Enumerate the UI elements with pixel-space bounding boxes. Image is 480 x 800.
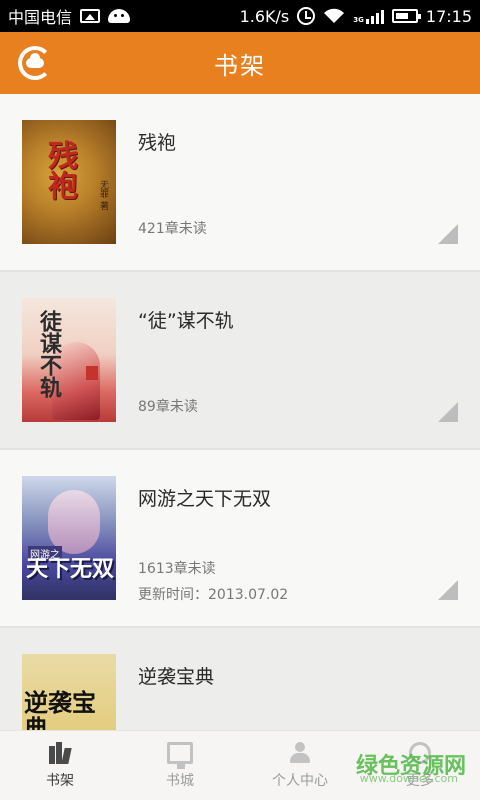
nav-item-bookshelf[interactable]: 书架: [0, 731, 120, 800]
book-cover[interactable]: 逆袭宝典: [22, 654, 116, 730]
cover-title: 逆袭宝典: [24, 688, 96, 731]
clock: 17:15: [425, 6, 472, 26]
watermark-url: www.downcc.com: [359, 772, 458, 785]
nav-label: 书城: [166, 772, 194, 789]
book-cover[interactable]: 网游之 天下无双: [22, 476, 116, 600]
nav-item-bookstore[interactable]: 书城: [120, 731, 240, 800]
cloud-icon: [26, 53, 44, 68]
cover-title: 残袍: [42, 140, 77, 200]
corner-menu-icon[interactable]: [438, 580, 458, 600]
cover-author: 无罪 著: [98, 180, 108, 210]
android-notification-icon: [108, 9, 131, 23]
alarm-icon: [297, 7, 316, 25]
signal-icon: 3G: [353, 8, 384, 24]
book-item[interactable]: 残袍 无罪 著 残袍 421章未读: [0, 94, 480, 272]
book-title: “徒”谋不轨: [138, 310, 234, 332]
status-right: 1.6K/s 3G 17:15: [240, 7, 472, 26]
app-header: 书架: [0, 32, 480, 94]
cloud-sync-button[interactable]: [16, 44, 54, 82]
book-title: 逆袭宝典: [138, 666, 215, 688]
battery-icon: [391, 9, 421, 23]
image-notification-icon: [80, 9, 101, 23]
unread-count: 89章未读: [138, 399, 198, 415]
corner-menu-icon[interactable]: [438, 402, 458, 422]
book-title: 残袍: [138, 132, 177, 154]
cover-illustration: [48, 490, 100, 554]
user-icon: [287, 741, 313, 764]
corner-menu-icon[interactable]: [438, 224, 458, 244]
status-bar: 中国电信 1.6K/s 3G 17:15: [0, 0, 480, 32]
unread-count: 421章未读: [138, 221, 207, 237]
update-time: 更新时间：2013.07.02: [138, 587, 289, 603]
unread-count: 1613章未读: [138, 561, 216, 577]
book-cover[interactable]: 徒谋不轨: [22, 298, 116, 422]
book-cover[interactable]: 残袍 无罪 著: [22, 120, 116, 244]
bookstore-icon: [167, 741, 193, 769]
cover-seal: [86, 366, 98, 380]
carrier-label: 中国电信: [8, 8, 73, 27]
cover-title: 徒谋不轨: [36, 310, 62, 398]
book-item[interactable]: 徒谋不轨 “徒”谋不轨 89章未读: [0, 272, 480, 450]
network-speed: 1.6K/s: [239, 6, 290, 26]
nav-item-profile[interactable]: 个人中心: [240, 731, 360, 800]
bookshelf-list[interactable]: 残袍 无罪 著 残袍 421章未读 徒谋不轨 “徒”谋不轨 89章未读 网游之 …: [0, 94, 480, 730]
bookshelf-icon: [47, 741, 73, 764]
book-item[interactable]: 逆袭宝典 逆袭宝典: [0, 628, 480, 730]
signal-bars-icon: [365, 8, 384, 24]
page-title: 书架: [214, 51, 266, 80]
book-item[interactable]: 网游之 天下无双 网游之天下无双 1613章未读 更新时间：2013.07.02: [0, 450, 480, 628]
cover-title: 天下无双: [26, 556, 115, 582]
status-left: 中国电信: [8, 4, 131, 28]
wifi-icon: [323, 8, 345, 24]
nav-label: 书架: [46, 772, 74, 789]
book-title: 网游之天下无双: [138, 488, 272, 510]
network-type-label: 3G: [353, 16, 364, 24]
nav-label: 个人中心: [272, 772, 328, 789]
